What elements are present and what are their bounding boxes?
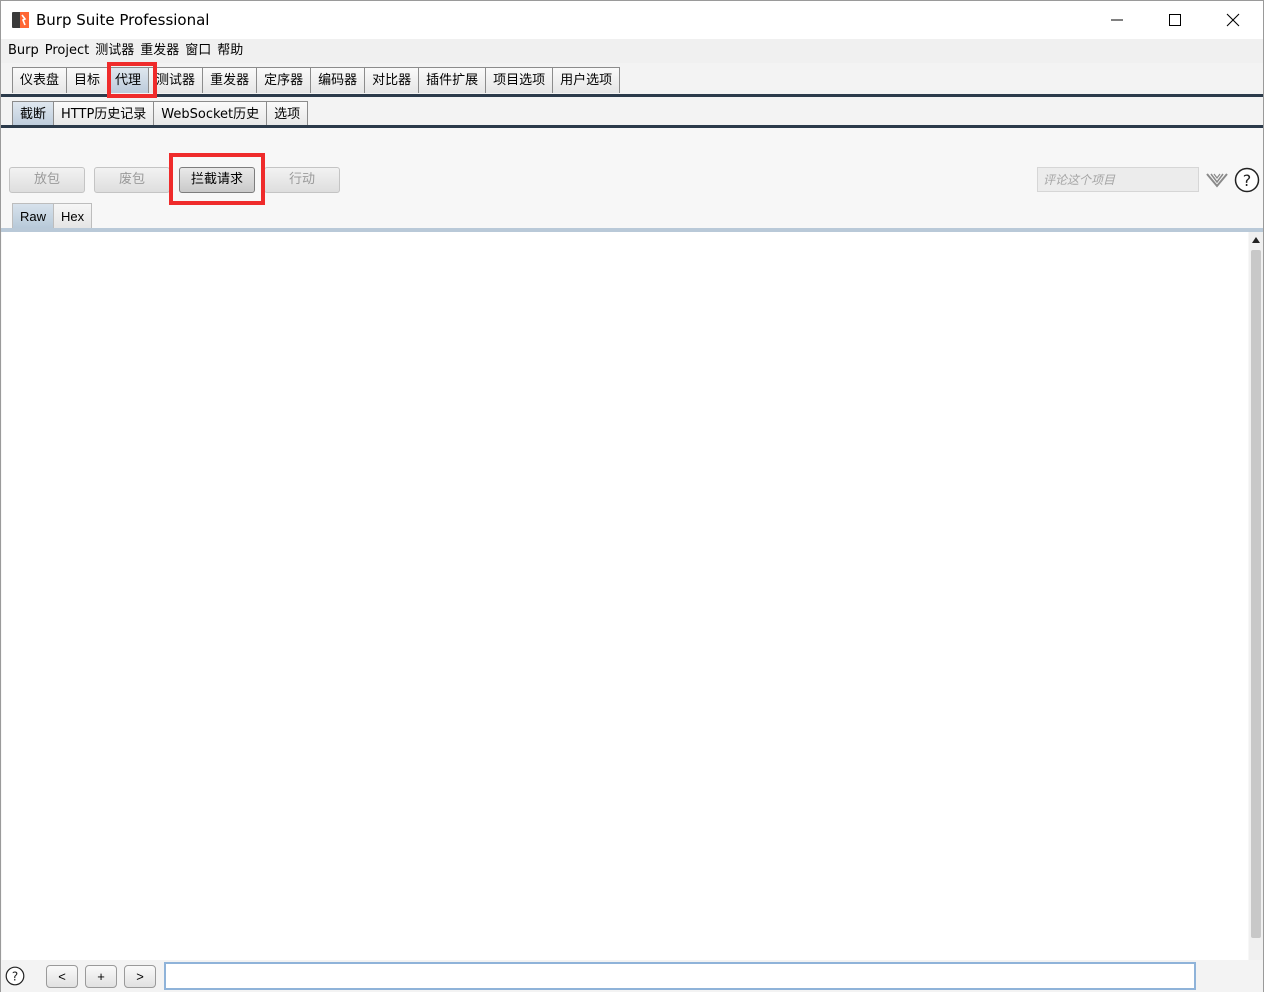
view-tab-hex[interactable]: Hex [53,203,93,229]
next-match-button[interactable]: > [124,965,156,988]
help-icon[interactable]: ? [1234,167,1260,193]
intercept-toolbar: 放包 废包 拦截请求 行动 评论这个项目 ? Raw Hex [1,128,1263,229]
subtab-intercept[interactable]: 截断 [12,101,55,127]
tab-decoder[interactable]: 编码器 [310,67,366,93]
minimize-icon [1111,19,1123,21]
svg-text:?: ? [12,970,18,984]
tab-target[interactable]: 目标 [66,67,109,93]
tab-sequencer[interactable]: 定序器 [256,67,312,93]
close-icon [1226,13,1240,27]
tab-dashboard[interactable]: 仪表盘 [12,67,68,93]
menu-bar: Burp Project 测试器 重发器 窗口 帮助 [1,39,1263,63]
menu-repeater[interactable]: 重发器 [137,40,182,62]
tab-project-options[interactable]: 项目选项 [485,67,554,93]
tab-user-options[interactable]: 用户选项 [552,67,621,93]
action-button[interactable]: 行动 [264,167,340,193]
subtab-options[interactable]: 选项 [266,101,309,127]
message-view-tabs: Raw Hex [12,203,93,229]
view-tab-raw[interactable]: Raw [12,203,55,229]
close-button[interactable] [1204,1,1262,39]
previous-match-button[interactable]: < [46,965,78,988]
scroll-up-button[interactable] [1249,232,1263,248]
svg-text:?: ? [1243,171,1252,190]
forward-button[interactable]: 放包 [9,167,85,193]
add-button[interactable]: + [85,965,117,988]
comment-input[interactable]: 评论这个项目 [1037,167,1199,192]
tab-proxy[interactable]: 代理 [107,67,150,93]
editor-scrollbar[interactable] [1249,232,1263,960]
menu-intruder[interactable]: 测试器 [92,40,137,62]
tab-repeater[interactable]: 重发器 [202,67,258,93]
search-help-icon[interactable]: ? [5,966,25,986]
maximize-icon [1169,14,1181,26]
burp-logo-icon [12,12,29,28]
subtab-websocket-history[interactable]: WebSocket历史 [153,101,268,127]
search-bar: ? < + > [1,960,1263,992]
arrow-up-icon [1252,237,1260,243]
menu-project[interactable]: Project [42,40,92,62]
drop-button[interactable]: 废包 [94,167,170,193]
tab-intruder[interactable]: 测试器 [148,67,204,93]
menu-help[interactable]: 帮助 [214,40,246,62]
title-bar: Burp Suite Professional [1,1,1263,39]
window-title: Burp Suite Professional [36,11,210,29]
scroll-thumb[interactable] [1251,250,1261,938]
intercept-toggle-button[interactable]: 拦截请求 [179,167,255,193]
maximize-button[interactable] [1146,1,1204,39]
minimize-button[interactable] [1088,1,1146,39]
search-input[interactable] [164,962,1196,990]
subtab-http-history[interactable]: HTTP历史记录 [53,101,155,127]
highlight-icon[interactable] [1205,170,1229,190]
message-editor[interactable] [2,232,1248,960]
tab-extender[interactable]: 插件扩展 [418,67,487,93]
tab-comparer[interactable]: 对比器 [364,67,420,93]
burp-window: Burp Suite Professional Burp Project 测试器… [0,0,1264,992]
menu-window[interactable]: 窗口 [182,40,214,62]
menu-burp[interactable]: Burp [5,40,42,62]
main-tab-bar: 仪表盘 目标 代理 测试器 重发器 定序器 编码器 对比器 插件扩展 项目选项 … [1,63,1263,95]
